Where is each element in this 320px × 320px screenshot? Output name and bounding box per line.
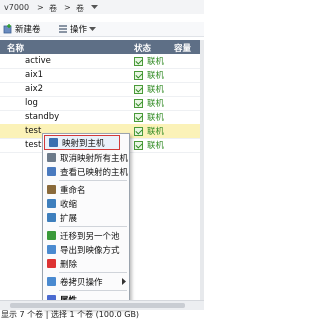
status-text: 显示 7 个卷 | 选择 1 个卷 (100.0 GB) [1, 310, 140, 319]
breadcrumb-separator: > [64, 3, 71, 12]
expand-icon [47, 213, 56, 222]
chevron-down-icon[interactable] [91, 4, 98, 10]
menu-item-label: 扩展 [60, 213, 78, 224]
volume-status: 联机 [147, 141, 165, 151]
new-volume-label: 新建卷 [15, 25, 41, 35]
volume-status: 联机 [147, 85, 165, 95]
scrollbar-thumb[interactable] [10, 303, 185, 308]
export-icon [47, 245, 56, 254]
table-row[interactable]: log 联机 [0, 96, 200, 111]
new-volume-button[interactable]: 新建卷 [3, 23, 41, 35]
breadcrumb-level1[interactable]: 卷 [49, 3, 57, 14]
menu-item-map-to-host[interactable]: 映射到主机 [44, 135, 120, 150]
shrink-icon [47, 199, 56, 208]
volume-name: aix1 [25, 70, 44, 80]
menu-item-export-image[interactable]: 导出到映像方式 [43, 243, 129, 256]
online-check-icon [134, 84, 143, 94]
menu-item-label: 映射到主机 [62, 138, 105, 149]
menu-item-label: 查看已映射的主机 [60, 167, 129, 178]
table-row[interactable]: aix2 联机 [0, 82, 200, 97]
table-row[interactable]: aix1 联机 [0, 68, 200, 83]
volume-status: 联机 [147, 99, 165, 109]
online-check-icon [134, 126, 143, 136]
column-header-name[interactable]: 名称 [7, 42, 24, 54]
menu-item-label: 导出到映像方式 [60, 245, 120, 256]
menu-separator [59, 272, 127, 273]
column-header-status[interactable]: 状态 [134, 42, 151, 54]
menu-list-icon [59, 25, 67, 33]
menu-item-delete[interactable]: 删除 [43, 257, 129, 270]
delete-icon [47, 259, 56, 268]
menu-item-view-mapped-hosts[interactable]: 查看已映射的主机 [43, 165, 129, 178]
menu-item-volume-copy[interactable]: 卷拷贝操作 [43, 275, 129, 288]
menu-item-unmap-all-hosts[interactable]: 取消映射所有主机 [43, 151, 129, 164]
migrate-icon [47, 231, 56, 240]
menu-separator [59, 226, 127, 227]
breadcrumb-root[interactable]: v7000 [4, 3, 29, 12]
volume-name: standby [25, 112, 60, 122]
volume-status: 联机 [147, 127, 165, 137]
menu-item-label: 取消映射所有主机 [60, 153, 129, 164]
menu-item-shrink[interactable]: 收缩 [43, 197, 129, 210]
view-hosts-icon [47, 167, 56, 176]
breadcrumb-separator: > [37, 3, 44, 12]
map-to-host-icon [49, 138, 58, 147]
online-check-icon [134, 112, 143, 122]
menu-item-label: 卷拷贝操作 [60, 277, 103, 288]
volume-name: aix2 [25, 84, 44, 94]
menu-item-label: 重命名 [60, 185, 86, 196]
status-bar: 显示 7 个卷 | 选择 1 个卷 (100.0 GB) [0, 309, 204, 319]
table-row[interactable]: standby 联机 [0, 110, 200, 125]
breadcrumb-level2[interactable]: 卷 [76, 3, 84, 14]
menu-separator [59, 180, 127, 181]
volume-name: log [25, 98, 38, 108]
menu-item-migrate-pool[interactable]: 迁移到另一个池 [43, 229, 129, 242]
menu-item-label: 迁移到另一个池 [60, 231, 120, 242]
menu-separator [59, 290, 127, 291]
volume-status: 联机 [147, 57, 165, 67]
unmap-hosts-icon [47, 153, 56, 162]
online-check-icon [134, 140, 143, 150]
online-check-icon [134, 56, 143, 66]
menu-item-label: 收缩 [60, 199, 78, 210]
volume-name: test [25, 140, 42, 150]
menu-item-expand[interactable]: 扩展 [43, 211, 129, 224]
vertical-scrollbar[interactable] [200, 40, 204, 300]
chevron-down-icon [89, 27, 97, 31]
context-menu: 映射到主机 取消映射所有主机 查看已映射的主机 重命名 收缩 扩展 迁移到另一个… [42, 133, 130, 309]
column-header-capacity[interactable]: 容量 [174, 42, 191, 54]
table-header: 名称 状态 容量 [0, 40, 200, 54]
submenu-arrow-icon [122, 278, 126, 285]
online-check-icon [134, 70, 143, 80]
actions-label: 操作 [70, 25, 88, 35]
table-row[interactable]: active 联机 [0, 54, 200, 69]
online-check-icon [134, 98, 143, 108]
toolbar: 新建卷 操作 [0, 22, 204, 37]
breadcrumb: v7000 > 卷 > 卷 [0, 0, 204, 14]
volume-status: 联机 [147, 71, 165, 81]
volume-status: 联机 [147, 113, 165, 123]
menu-item-label: 删除 [60, 259, 78, 270]
new-volume-icon [3, 24, 12, 34]
rename-icon [47, 185, 56, 194]
actions-menu-button[interactable]: 操作 [58, 23, 97, 35]
copy-ops-icon [47, 277, 56, 286]
volume-name: test [25, 126, 42, 136]
menu-item-rename[interactable]: 重命名 [43, 183, 129, 196]
volume-name: active [25, 56, 51, 66]
